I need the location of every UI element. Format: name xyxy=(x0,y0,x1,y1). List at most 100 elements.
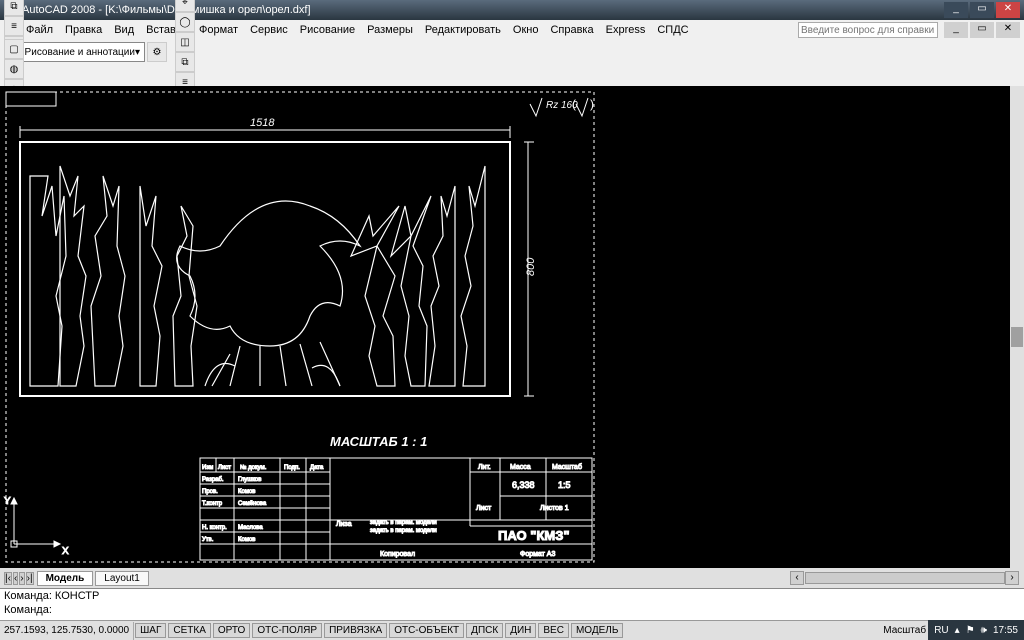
status-bar: 257.1593, 125.7530, 0.0000 ШАГСЕТКАОРТОО… xyxy=(0,620,1024,640)
svg-text:1:5: 1:5 xyxy=(558,480,571,490)
workspace-dropdown[interactable]: 2D Рисование и аннотации▾ xyxy=(4,42,145,62)
svg-text:Маслова: Маслова xyxy=(238,525,263,531)
svg-text:800: 800 xyxy=(525,257,537,276)
status-toggle-МОДЕЛЬ[interactable]: МОДЕЛЬ xyxy=(571,623,623,638)
close-button[interactable]: ✕ xyxy=(996,2,1020,18)
window-title: AutoCAD 2008 - [K:\Фильмы\DXF\мишка и ор… xyxy=(22,4,311,16)
svg-text:Подп.: Подп. xyxy=(284,465,300,471)
svg-text:Лиза: Лиза xyxy=(336,521,352,528)
status-toggle-СЕТКА[interactable]: СЕТКА xyxy=(168,623,211,638)
tab-nav-3[interactable]: ›| xyxy=(26,572,34,585)
svg-text:Масса: Масса xyxy=(510,464,531,471)
title-block: Изм Лист № докум. Подп. Дата Лит. Масса … xyxy=(200,458,592,560)
svg-text:№ докум.: № докум. xyxy=(240,464,267,471)
ws-settings-icon[interactable]: ⚙ xyxy=(147,42,167,62)
menu-Вид[interactable]: Вид xyxy=(108,22,140,38)
tab-nav-1[interactable]: ‹ xyxy=(13,572,18,585)
tb3-btn-1[interactable]: ◍ xyxy=(4,59,24,79)
ucs-icon: Y X xyxy=(4,496,69,557)
status-toggle-ОРТО[interactable]: ОРТО xyxy=(213,623,250,638)
menu-Редактировать[interactable]: Редактировать xyxy=(419,22,507,38)
menu-Справка[interactable]: Справка xyxy=(544,22,599,38)
menu-СПДС[interactable]: СПДС xyxy=(651,22,694,38)
menu-Формат[interactable]: Формат xyxy=(193,22,244,38)
svg-text:Разраб.: Разраб. xyxy=(202,477,224,483)
svg-text:ПАО "КМЗ": ПАО "КМЗ" xyxy=(498,528,570,543)
svg-text:задать в парам. модели: задать в парам. модели xyxy=(370,528,437,534)
svg-text:X: X xyxy=(62,546,69,557)
svg-text:Копировал: Копировал xyxy=(380,551,415,558)
tb1-btn-9[interactable]: ◯ xyxy=(175,12,195,32)
svg-text:1518: 1518 xyxy=(250,117,275,129)
menu-Окно[interactable]: Окно xyxy=(507,22,545,38)
drawing-canvas[interactable]: Rz 160 ( ) 1518 800 МАСШТАБ 1 : 1 xyxy=(0,86,1010,568)
dim-width: 1518 xyxy=(20,117,510,138)
status-toggle-ОТС-ПОЛЯР[interactable]: ОТС-ПОЛЯР xyxy=(252,623,322,638)
tray-icon[interactable]: ▴ xyxy=(955,625,960,636)
svg-text:Пров.: Пров. xyxy=(202,489,218,495)
status-toggle-ДИН[interactable]: ДИН xyxy=(505,623,536,638)
command-history: Команда: КОНСТР xyxy=(4,590,1020,604)
tab-nav-2[interactable]: › xyxy=(19,572,24,585)
svg-text:(: ( xyxy=(572,97,576,111)
window-titlebar: AutoCAD 2008 - [K:\Фильмы\DXF\мишка и ор… xyxy=(0,0,1024,20)
tab-Модель[interactable]: Модель xyxy=(37,571,94,586)
svg-text:задать в парам. модели: задать в парам. модели xyxy=(370,520,437,526)
menu-Размеры[interactable]: Размеры xyxy=(361,22,419,38)
status-toggle-ШАГ[interactable]: ШАГ xyxy=(135,623,166,638)
menu-Файл[interactable]: Файл xyxy=(20,22,59,38)
tb2-btn-12[interactable]: ≡ xyxy=(4,16,24,36)
system-tray: RU ▴ ⚑ 🕪 17:55 xyxy=(928,620,1024,640)
maximize-button[interactable]: ▭ xyxy=(970,2,994,18)
svg-text:Т.контр: Т.контр xyxy=(202,501,223,507)
svg-text:Лист: Лист xyxy=(476,505,492,512)
tab-Layout1[interactable]: Layout1 xyxy=(95,571,149,586)
menu-bar: ФайлПравкаВидВставкаФорматСервисРисовани… xyxy=(0,20,1024,40)
svg-text:6,338: 6,338 xyxy=(512,480,535,490)
svg-text:Комов: Комов xyxy=(238,489,255,495)
tb1-btn-8[interactable]: ⌖ xyxy=(175,0,195,12)
clock[interactable]: 17:55 xyxy=(993,625,1018,636)
horizontal-scrollbar[interactable] xyxy=(805,572,1005,584)
tb2-btn-11[interactable]: ⧉ xyxy=(4,0,24,16)
lang-indicator[interactable]: RU xyxy=(934,625,948,636)
minimize-button[interactable]: _ xyxy=(944,2,968,18)
tb1-btn-11[interactable]: ⧉ xyxy=(175,52,195,72)
vertical-scrollbar[interactable] xyxy=(1010,86,1024,568)
svg-text:Листов 1: Листов 1 xyxy=(540,505,569,512)
svg-text:Утв.: Утв. xyxy=(202,537,214,543)
status-toggle-ВЕС[interactable]: ВЕС xyxy=(538,623,569,638)
help-search-input[interactable] xyxy=(798,22,938,38)
drawing-svg: Rz 160 ( ) 1518 800 МАСШТАБ 1 : 1 xyxy=(0,86,1010,566)
tray-vol-icon[interactable]: 🕪 xyxy=(981,625,987,636)
tb3-btn-0[interactable]: ▢ xyxy=(4,39,24,59)
menu-Правка[interactable]: Правка xyxy=(59,22,108,38)
status-toggle-ПРИВЯЗКА[interactable]: ПРИВЯЗКА xyxy=(324,623,387,638)
menu-Express[interactable]: Express xyxy=(600,22,652,38)
menu-Сервис[interactable]: Сервис xyxy=(244,22,294,38)
svg-text:Глушков: Глушков xyxy=(238,477,261,483)
svg-text:): ) xyxy=(590,97,594,111)
hscroll-left[interactable]: ‹ xyxy=(790,571,804,585)
command-prompt: Команда: xyxy=(4,604,1020,618)
svg-text:Семёнова: Семёнова xyxy=(238,501,267,507)
tray-flag-icon[interactable]: ⚑ xyxy=(966,625,975,636)
tab-nav-0[interactable]: |‹ xyxy=(4,572,12,585)
scale-label: МАСШТАБ 1 : 1 xyxy=(330,434,427,449)
command-window[interactable]: Команда: КОНСТР Команда: xyxy=(0,588,1024,620)
svg-text:Y: Y xyxy=(4,496,11,507)
menu-Рисование[interactable]: Рисование xyxy=(294,22,361,38)
layout-tab-bar: |‹‹››| МодельLayout1 ‹ › xyxy=(0,568,1024,588)
status-toggle-ОТС-ОБЪЕКТ[interactable]: ОТС-ОБЪЕКТ xyxy=(389,623,464,638)
doc-close-button[interactable]: ✕ xyxy=(996,22,1020,38)
doc-minimize-button[interactable]: _ xyxy=(944,22,968,38)
status-toggle-ДПСК[interactable]: ДПСК xyxy=(466,623,503,638)
svg-text:Лист: Лист xyxy=(218,465,231,471)
svg-text:Изм: Изм xyxy=(202,465,213,471)
doc-restore-button[interactable]: ▭ xyxy=(970,22,994,38)
hscroll-right[interactable]: › xyxy=(1005,571,1019,585)
tb1-btn-10[interactable]: ◫ xyxy=(175,32,195,52)
svg-text:Н. контр.: Н. контр. xyxy=(202,525,227,531)
dim-height: 800 xyxy=(524,142,537,396)
svg-text:Формат А3: Формат А3 xyxy=(520,551,555,558)
